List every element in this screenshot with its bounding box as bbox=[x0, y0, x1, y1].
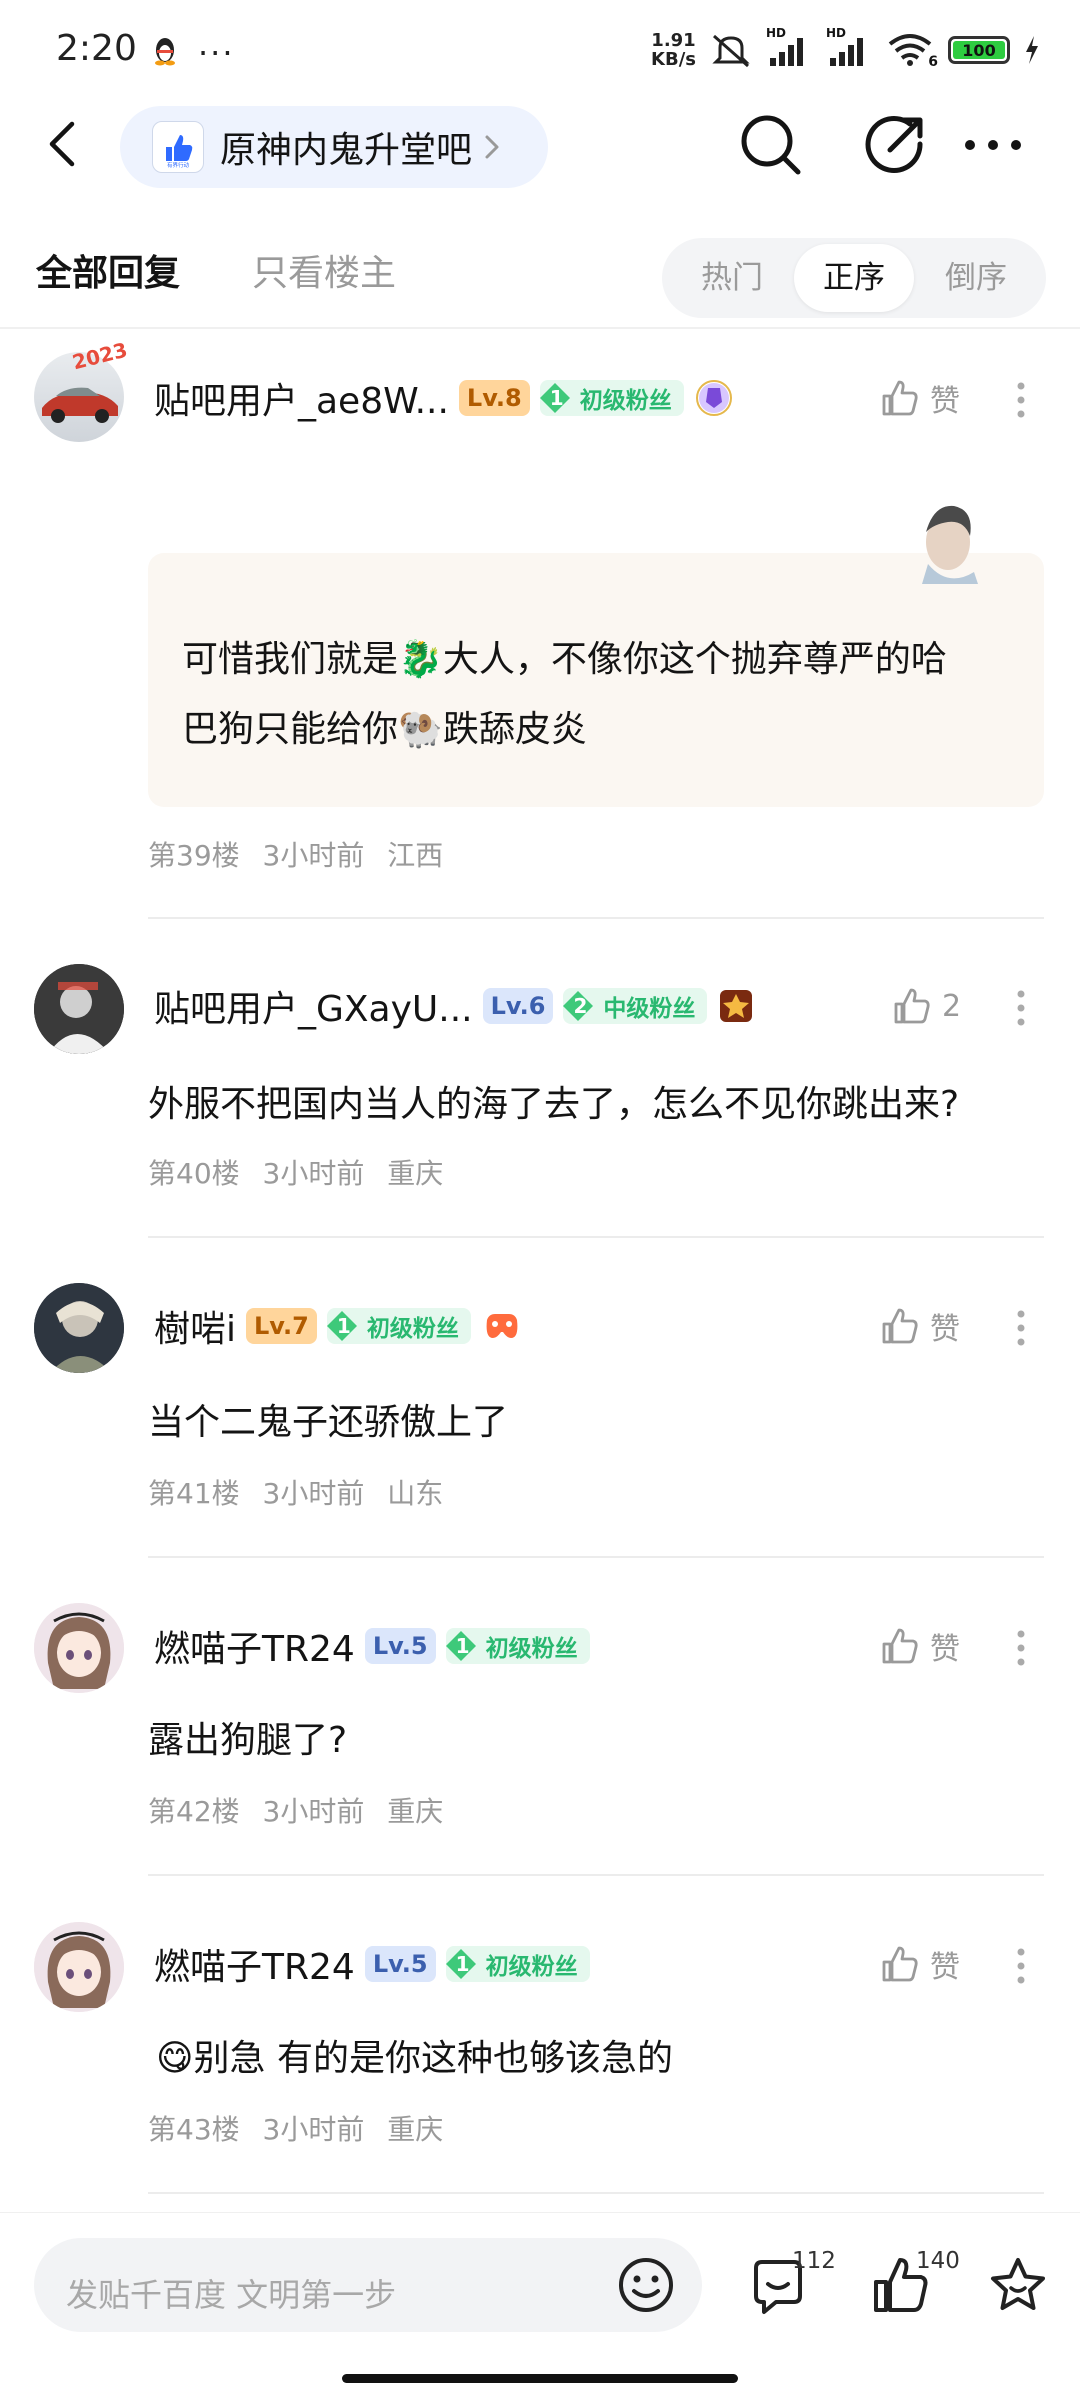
post-content: 露出狗腿了? bbox=[148, 1720, 348, 1761]
status-icons: 1.91 KB/s HD HD 6 100 bbox=[651, 26, 1040, 70]
sort-toggle: 热门 正序 倒序 bbox=[662, 238, 1046, 318]
net-speed: 1.91 KB/s bbox=[651, 30, 696, 70]
post-content-line: 可惜我们就是🐉大人，不像你这个抛弃尊严的哈 bbox=[182, 639, 947, 680]
like-button[interactable]: 赞 bbox=[878, 1304, 960, 1348]
level-badge: Lv.8 bbox=[458, 380, 530, 416]
fan-badge: 1 初级粉丝 bbox=[445, 1946, 590, 1982]
like-button[interactable]: 赞 bbox=[878, 376, 960, 420]
svg-text:有界行动: 有界行动 bbox=[167, 161, 190, 169]
avatar[interactable] bbox=[34, 964, 124, 1054]
post-divider bbox=[148, 2192, 1044, 2194]
thumbs-up-icon bbox=[894, 988, 930, 1024]
avatar[interactable] bbox=[34, 1603, 124, 1693]
post-content: 😋别急 有的是你这种也够该急的 bbox=[156, 2038, 673, 2079]
tab-op-only[interactable]: 只看楼主 bbox=[252, 244, 396, 296]
post-content: 外服不把国内当人的海了去了，怎么不见你跳出来? bbox=[148, 1084, 960, 1125]
more-vertical-icon[interactable] bbox=[1016, 1308, 1026, 1348]
thumbs-up-icon bbox=[882, 1628, 918, 1664]
post-divider bbox=[148, 1556, 1044, 1558]
sort-hot[interactable]: 热门 bbox=[672, 244, 792, 312]
post-header: 贴吧用户_ae8W... Lv.8 1 初级粉丝 bbox=[154, 372, 734, 424]
post-meta: 第40楼 3小时前 重庆 bbox=[148, 1157, 444, 1190]
level-badge: Lv.7 bbox=[246, 1308, 317, 1344]
avatar[interactable] bbox=[34, 1283, 124, 1373]
mute-bell-icon bbox=[712, 34, 750, 68]
level-badge: Lv.5 bbox=[364, 1946, 436, 1982]
username[interactable]: 贴吧用户_GXayU... bbox=[154, 980, 473, 1032]
game-controller-icon bbox=[486, 1314, 518, 1338]
username[interactable]: 贴吧用户_ae8W... bbox=[154, 372, 449, 424]
forum-name: 原神内鬼升堂吧 bbox=[220, 130, 473, 171]
username[interactable]: 燃喵子TR24 bbox=[154, 1620, 355, 1672]
like-button[interactable]: 赞 bbox=[878, 1624, 960, 1668]
post-meta: 第41楼 3小时前 山东 bbox=[148, 1477, 444, 1510]
more-horizontal-icon[interactable] bbox=[958, 110, 1028, 180]
username[interactable]: 燃喵子TR24 bbox=[154, 1938, 355, 1990]
wifi-icon: 6 bbox=[886, 32, 938, 70]
post-content: 当个二鬼子还骄傲上了 bbox=[148, 1402, 509, 1443]
fan-badge: 1 初级粉丝 bbox=[539, 380, 684, 416]
post-divider bbox=[148, 1236, 1044, 1238]
forum-logo: 有界行动 bbox=[152, 121, 204, 173]
home-indicator[interactable] bbox=[342, 2374, 738, 2383]
more-vertical-icon[interactable] bbox=[1016, 380, 1026, 420]
like-button[interactable]: 2 bbox=[890, 984, 961, 1028]
signal-2-icon: HD bbox=[826, 26, 872, 68]
fan-badge: 1 初级粉丝 bbox=[326, 1308, 471, 1344]
search-icon[interactable] bbox=[736, 110, 806, 180]
status-more-dots: ··· bbox=[198, 34, 235, 72]
more-vertical-icon[interactable] bbox=[1016, 1628, 1026, 1668]
tab-all-replies[interactable]: 全部回复 bbox=[36, 244, 180, 296]
like-button[interactable]: 赞 bbox=[878, 1942, 960, 1986]
more-vertical-icon[interactable] bbox=[1016, 988, 1026, 1028]
bubble-decoration bbox=[908, 492, 986, 586]
medal-icon bbox=[695, 380, 732, 416]
emoji-icon[interactable] bbox=[616, 2255, 676, 2315]
like-count: 2 bbox=[942, 988, 962, 1024]
medal-icon bbox=[720, 990, 753, 1022]
fan-badge: 2 中级粉丝 bbox=[563, 988, 708, 1024]
qq-penguin-icon bbox=[155, 38, 175, 66]
post-header: 燃喵子TR24 Lv.5 1 初级粉丝 bbox=[154, 1620, 590, 1672]
tabs-divider bbox=[0, 327, 1080, 329]
thumbs-up-logo-icon: 有界行动 bbox=[166, 135, 193, 169]
star-favorite-icon[interactable] bbox=[986, 2254, 1050, 2318]
chevron-right-icon bbox=[485, 135, 499, 159]
forum-entry-button[interactable]: 有界行动 原神内鬼升堂吧 bbox=[120, 106, 548, 188]
post-header: 樹啱i Lv.7 1 初级粉丝 bbox=[154, 1300, 523, 1352]
status-time: 2:20 bbox=[56, 28, 137, 69]
post-meta: 第39楼 3小时前 江西 bbox=[148, 839, 444, 872]
battery-indicator: 100 bbox=[948, 36, 1010, 64]
level-badge: Lv.5 bbox=[364, 1628, 436, 1664]
post-meta: 第42楼 3小时前 重庆 bbox=[148, 1795, 444, 1828]
comment-count: 112 bbox=[792, 2248, 836, 2274]
share-icon[interactable] bbox=[860, 110, 930, 180]
post-divider bbox=[148, 1874, 1044, 1876]
back-arrow-icon[interactable] bbox=[36, 116, 92, 172]
post-header: 贴吧用户_GXayU... Lv.6 2 中级粉丝 bbox=[154, 980, 755, 1032]
reply-input-placeholder: 发贴千百度 文明第一步 bbox=[66, 2276, 397, 2314]
thumbs-up-icon bbox=[882, 380, 918, 416]
avatar[interactable] bbox=[34, 1922, 124, 2012]
post-meta: 第43楼 3小时前 重庆 bbox=[148, 2113, 444, 2146]
post-header: 燃喵子TR24 Lv.5 1 初级粉丝 bbox=[154, 1938, 590, 1990]
like-count: 140 bbox=[916, 2248, 960, 2274]
level-badge: Lv.6 bbox=[482, 988, 554, 1024]
more-vertical-icon[interactable] bbox=[1016, 1946, 1026, 1986]
sort-ascending[interactable]: 正序 bbox=[794, 244, 914, 312]
post-content-line: 巴狗只能给你🐏跌舔皮炎 bbox=[182, 709, 587, 750]
fan-badge: 1 初级粉丝 bbox=[445, 1628, 590, 1664]
thumbs-up-icon bbox=[882, 1946, 918, 1982]
thumbs-up-icon bbox=[882, 1308, 918, 1344]
post-divider bbox=[148, 917, 1044, 919]
charging-bolt-icon bbox=[1026, 36, 1038, 64]
sort-descending[interactable]: 倒序 bbox=[916, 244, 1036, 312]
username[interactable]: 樹啱i bbox=[154, 1300, 236, 1352]
signal-1-icon: HD bbox=[766, 26, 812, 68]
